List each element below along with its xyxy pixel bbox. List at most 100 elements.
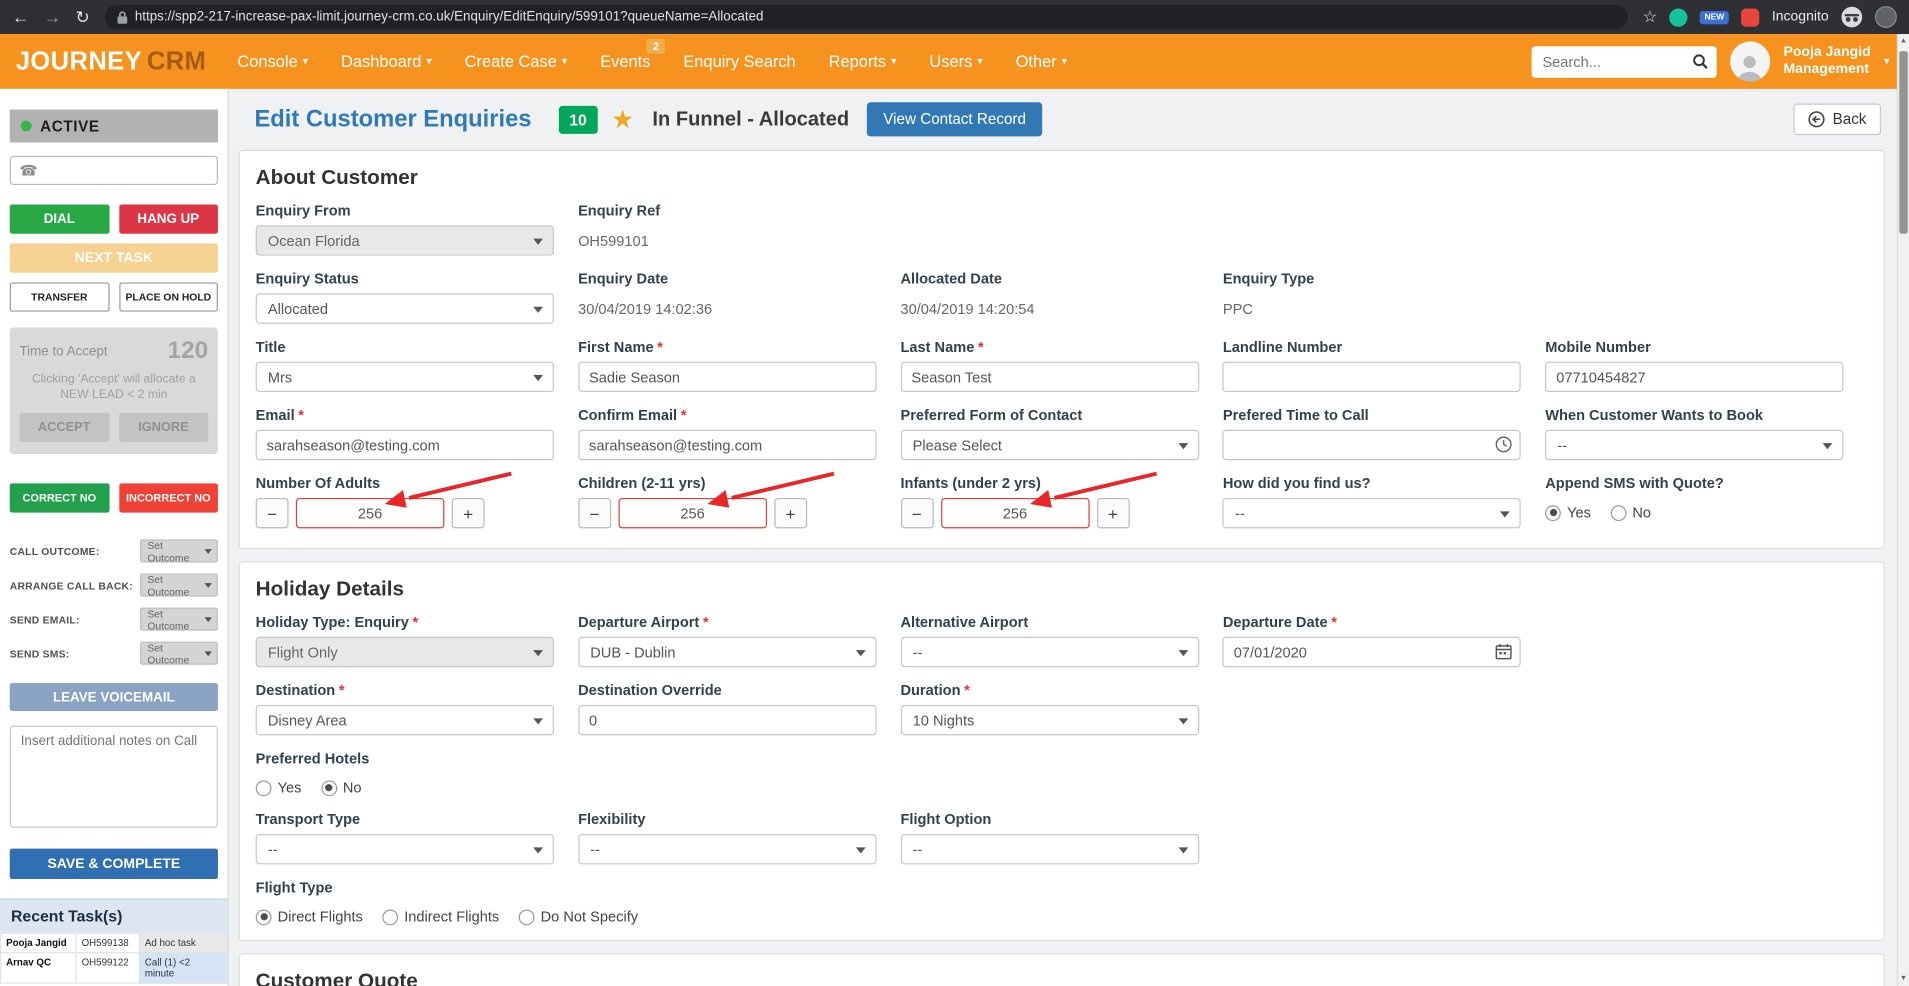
call-notes-textarea[interactable]	[9, 725, 218, 828]
browser-reload-icon[interactable]: ↻	[75, 9, 89, 26]
save-complete-button[interactable]: SAVE & COMPLETE	[9, 848, 218, 880]
ignore-button[interactable]: IGNORE	[118, 412, 209, 442]
destination-select[interactable]: Disney Area	[255, 704, 554, 736]
title-select[interactable]: Mrs	[255, 361, 554, 393]
field-flexibility: Flexibility --	[578, 811, 900, 865]
duration-select[interactable]: 10 Nights	[900, 704, 1199, 736]
call-outcome-select[interactable]: Set Outcome	[140, 539, 218, 563]
preferred-contact-select[interactable]: Please Select	[900, 429, 1199, 461]
flexibility-select[interactable]: --	[578, 833, 877, 865]
scroll-up-arrow[interactable]: ▲	[1898, 34, 1909, 49]
new-extension-badge[interactable]: NEW	[1699, 10, 1730, 24]
send-email-select[interactable]: Set Outcome	[140, 607, 218, 631]
departure-date-input[interactable]	[1222, 636, 1522, 668]
children-decrement-button[interactable]: −	[578, 497, 611, 529]
browser-back-icon[interactable]: ←	[12, 9, 29, 26]
transfer-button[interactable]: TRANSFER	[9, 282, 109, 312]
search-input[interactable]	[1531, 45, 1717, 78]
nav-item-other[interactable]: Other ▾	[1016, 52, 1067, 70]
email-input[interactable]	[255, 429, 554, 461]
red-extension-icon[interactable]	[1741, 7, 1760, 27]
hotels-no-radio[interactable]: No	[320, 779, 362, 796]
arrange-callback-select[interactable]: Set Outcome	[140, 573, 218, 597]
adults-decrement-button[interactable]: −	[255, 497, 289, 529]
task-row[interactable]: Pooja Jangid OH599138 Ad hoc task	[0, 932, 228, 954]
indirect-flights-radio[interactable]: Indirect Flights	[382, 908, 499, 925]
adults-input[interactable]	[295, 497, 445, 529]
chevron-down-icon	[204, 651, 212, 657]
enquiry-status-select[interactable]: Allocated	[255, 293, 554, 324]
children-input[interactable]	[618, 497, 767, 529]
children-increment-button[interactable]: +	[774, 497, 807, 529]
phone-number-input[interactable]	[44, 163, 209, 178]
landline-input[interactable]	[1222, 361, 1522, 393]
do-not-specify-radio[interactable]: Do Not Specify	[518, 908, 638, 925]
grammarly-extension-icon[interactable]	[1669, 7, 1688, 27]
mobile-input[interactable]	[1545, 361, 1844, 393]
scrollbar-thumb[interactable]	[1899, 51, 1908, 234]
calendar-icon[interactable]	[1496, 643, 1513, 660]
nav-item-reports[interactable]: Reports ▾	[829, 52, 897, 70]
sms-yes-radio[interactable]: Yes	[1545, 504, 1591, 521]
nav-item-events[interactable]: Events 2	[600, 38, 666, 71]
infants-increment-button[interactable]: +	[1096, 497, 1130, 529]
browser-profile-icon[interactable]	[1874, 6, 1897, 29]
nav-item-console[interactable]: Console ▾	[237, 52, 308, 70]
nav-item-create-case[interactable]: Create Case ▾	[465, 52, 568, 70]
person-icon	[1737, 56, 1763, 82]
chevron-down-icon	[533, 238, 544, 245]
app-logo[interactable]: JOURNEY CRM	[0, 47, 226, 76]
first-name-input[interactable]	[578, 361, 877, 393]
destination-override-input[interactable]	[578, 704, 877, 736]
field-mobile: Mobile Number	[1545, 338, 1867, 393]
accept-button[interactable]: ACCEPT	[19, 412, 109, 442]
user-menu[interactable]: Pooja Jangid Management	[1784, 45, 1871, 79]
chevron-down-icon[interactable]: ▾	[1884, 55, 1890, 68]
next-task-button[interactable]: NEXT TASK	[9, 243, 218, 273]
url-bar[interactable]: https://spp2-217-increase-pax-limit.jour…	[104, 4, 1629, 30]
holiday-type-select[interactable]: Flight Only	[255, 636, 554, 668]
view-contact-record-button[interactable]: View Contact Record	[867, 102, 1042, 137]
infants-decrement-button[interactable]: −	[900, 497, 934, 529]
allocated-date-value: 30/04/2019 14:20:54	[900, 300, 1035, 318]
favourite-star-icon[interactable]: ★	[611, 107, 634, 133]
infants-input[interactable]	[940, 497, 1090, 529]
correct-number-button[interactable]: CORRECT NO	[9, 483, 109, 513]
hotels-yes-radio[interactable]: Yes	[255, 779, 301, 796]
confirm-email-input[interactable]	[578, 429, 877, 461]
send-sms-select[interactable]: Set Outcome	[140, 641, 218, 665]
dial-button[interactable]: DIAL	[9, 204, 109, 234]
nav-item-enquiry-search[interactable]: Enquiry Search	[683, 52, 795, 70]
lock-icon	[117, 10, 127, 24]
nav-item-dashboard[interactable]: Dashboard ▾	[341, 52, 432, 70]
leave-voicemail-button[interactable]: LEAVE VOICEMAIL	[9, 683, 218, 712]
back-button[interactable]: Back	[1793, 103, 1882, 136]
nav-item-users[interactable]: Users ▾	[929, 52, 982, 70]
incorrect-number-button[interactable]: INCORRECT NO	[118, 483, 218, 513]
field-enquiry-from: Enquiry From Ocean Florida	[255, 202, 578, 256]
field-infants: Infants (under 2 yrs) − +	[900, 471, 1222, 529]
bookmark-star-icon[interactable]: ☆	[1643, 7, 1657, 26]
clock-icon[interactable]	[1496, 436, 1513, 453]
scroll-down-arrow[interactable]: ▼	[1898, 972, 1909, 986]
search-icon[interactable]	[1692, 53, 1708, 69]
sms-no-radio[interactable]: No	[1610, 504, 1651, 521]
enquiry-from-select[interactable]: Ocean Florida	[255, 225, 554, 256]
book-when-select[interactable]: --	[1545, 429, 1844, 461]
field-duration: Duration * 10 Nights	[900, 682, 1222, 736]
task-row[interactable]: Arnav QC OH599122 Call (1) <2 minute	[0, 952, 228, 984]
user-avatar[interactable]	[1729, 41, 1771, 82]
how-found-select[interactable]: --	[1222, 497, 1522, 529]
departure-airport-select[interactable]: DUB - Dublin	[578, 636, 877, 668]
last-name-input[interactable]	[900, 361, 1199, 393]
transport-type-select[interactable]: --	[255, 833, 554, 865]
place-on-hold-button[interactable]: PLACE ON HOLD	[118, 282, 218, 312]
browser-forward-icon[interactable]: →	[44, 9, 61, 26]
adults-increment-button[interactable]: +	[451, 497, 485, 529]
flight-option-select[interactable]: --	[900, 833, 1199, 865]
direct-flights-radio[interactable]: Direct Flights	[255, 908, 363, 925]
alternative-airport-select[interactable]: --	[900, 636, 1199, 668]
hang-up-button[interactable]: HANG UP	[118, 204, 218, 234]
phone-icon: ☎	[19, 161, 38, 179]
preferred-time-input[interactable]	[1222, 429, 1522, 461]
